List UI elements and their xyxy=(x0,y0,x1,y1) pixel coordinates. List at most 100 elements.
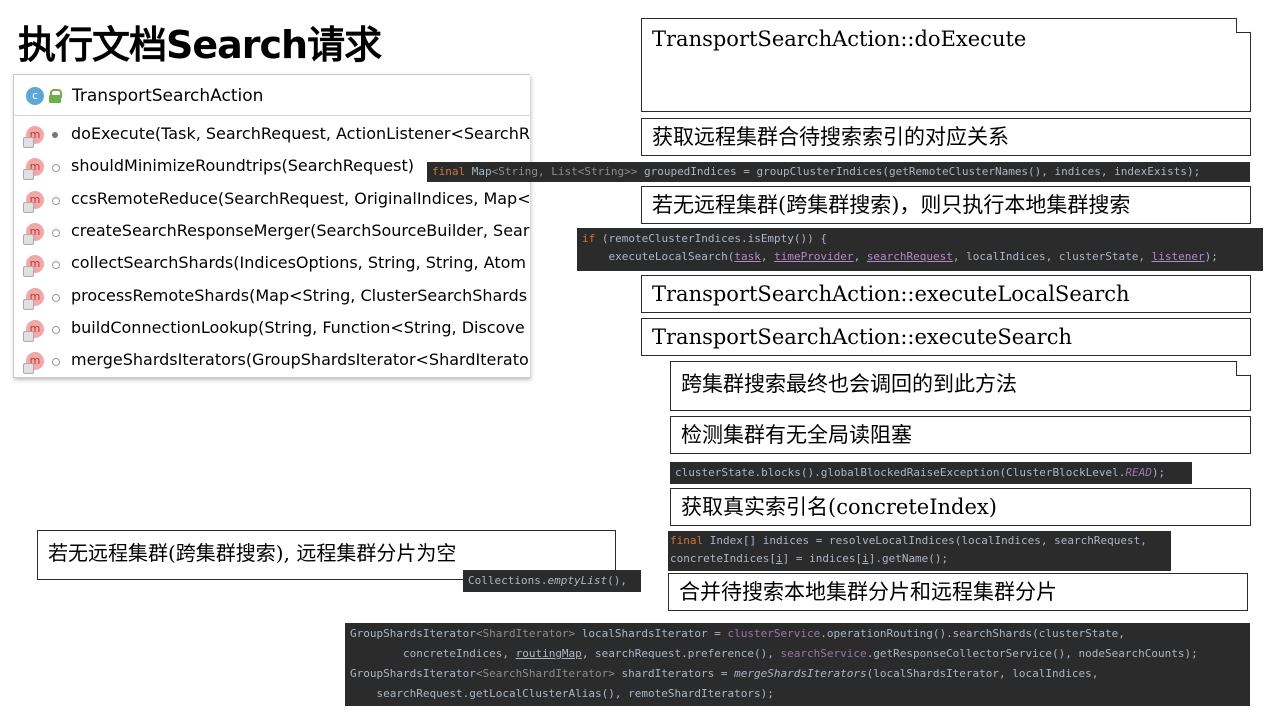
box-label: TransportSearchAction::doExecute xyxy=(652,27,1027,51)
private-icon xyxy=(52,164,60,172)
lock-icon-body xyxy=(49,95,61,103)
box-label: 跨集群搜索最终也会调回的到此方法 xyxy=(681,372,1017,396)
code-method: emptyList xyxy=(547,574,608,587)
code-cluster-block: clusterState.blocks().globalBlockedRaise… xyxy=(670,462,1192,484)
code-text: .operationRouting().searchShards(cluster… xyxy=(820,627,1125,640)
box-do-execute: TransportSearchAction::doExecute xyxy=(641,18,1251,112)
code-shard-iterators: GroupShardsIterator<ShardIterator> local… xyxy=(345,623,1250,706)
box-label: TransportSearchAction::executeLocalSearc… xyxy=(652,282,1130,306)
private-icon xyxy=(52,197,60,205)
page-title: 执行文档Search请求 xyxy=(18,23,382,67)
method-icon: m xyxy=(23,191,44,213)
box-label: 合并待搜索本地集群分片和远程集群分片 xyxy=(679,580,1057,604)
method-name: createSearchResponseMerger(SearchSourceB… xyxy=(71,221,530,240)
class-row[interactable]: c TransportSearchAction xyxy=(14,75,530,116)
code-keyword: final xyxy=(670,534,704,547)
box-get-remote: 获取远程集群合待搜索索引的对应关系 xyxy=(641,118,1251,156)
method-row[interactable]: m doExecute(Task, SearchRequest, ActionL… xyxy=(14,119,530,151)
code-arg: routingMap xyxy=(515,647,582,660)
code-text: localIndices, clusterState, xyxy=(966,250,1152,263)
private-icon xyxy=(52,261,60,269)
class-icon: c xyxy=(26,87,44,105)
code-local-if: if (remoteClusterIndices.isEmpty()) { ex… xyxy=(577,228,1263,271)
code-method: mergeShardsIterators xyxy=(734,667,867,680)
code-text: ); xyxy=(1204,250,1218,263)
method-name: doExecute(Task, SearchRequest, ActionLis… xyxy=(71,124,530,143)
method-icon: m xyxy=(23,158,44,180)
method-name: ccsRemoteReduce(SearchRequest, OriginalI… xyxy=(71,189,530,208)
code-index: i xyxy=(775,552,783,565)
code-text: concreteIndices[ xyxy=(670,552,776,565)
code-text: GroupShardsIterator xyxy=(350,627,476,640)
code-field: clusterService xyxy=(727,627,821,640)
code-arg: listener xyxy=(1151,250,1205,263)
box-no-remote-local: 若无远程集群(跨集群搜索)，则只执行本地集群搜索 xyxy=(641,186,1251,224)
code-keyword: final xyxy=(432,165,466,178)
code-type: Map xyxy=(471,165,492,178)
private-icon xyxy=(52,358,60,366)
box-execute-local-search: TransportSearchAction::executeLocalSearc… xyxy=(641,275,1251,313)
code-text: , searchRequest.preference(), xyxy=(581,647,781,660)
box-label: 获取真实索引名(concreteIndex) xyxy=(681,495,997,519)
private-icon xyxy=(52,326,60,334)
code-keyword: if xyxy=(582,232,596,245)
code-text: (remoteClusterIndices.isEmpty()) { xyxy=(595,232,828,245)
method-row[interactable]: m processRemoteShards(Map<String, Cluste… xyxy=(14,281,530,313)
method-icon: m xyxy=(23,223,44,245)
method-name: buildConnectionLookup(String, Function<S… xyxy=(71,318,525,337)
key-icon xyxy=(52,132,58,138)
method-name: shouldMinimizeRoundtrips(SearchRequest) xyxy=(71,156,414,175)
method-row[interactable]: m createSearchResponseMerger(SearchSourc… xyxy=(14,216,530,248)
code-text: (localShardsIterator, localIndices, xyxy=(866,667,1099,680)
code-text: .getResponseCollectorService(), nodeSear… xyxy=(866,647,1198,660)
code-text: Collections. xyxy=(468,574,548,587)
code-arg: task xyxy=(734,250,761,263)
method-name: mergeShardsIterators(GroupShardsIterator… xyxy=(71,350,529,369)
box-execute-search: TransportSearchAction::executeSearch xyxy=(641,318,1251,356)
code-arg: timeProvider xyxy=(774,250,854,263)
box-label: TransportSearchAction::executeSearch xyxy=(652,325,1072,349)
code-text: searchRequest.getLocalClusterAlias(), re… xyxy=(350,687,774,700)
code-text: concreteIndices, xyxy=(350,647,516,660)
box-label: 检测集群有无全局读阻塞 xyxy=(681,423,912,447)
method-name: processRemoteShards(Map<String, ClusterS… xyxy=(71,286,528,305)
box-label: 若无远程集群(跨集群搜索), 远程集群分片为空 xyxy=(48,541,457,565)
box-label: 若无远程集群(跨集群搜索)，则只执行本地集群搜索 xyxy=(652,193,1131,217)
code-constant: READ xyxy=(1125,466,1152,479)
method-row[interactable]: m mergeShardsIterators(GroupShardsIterat… xyxy=(14,345,530,377)
box-ccs-callback: 跨集群搜索最终也会调回的到此方法 xyxy=(670,361,1251,411)
method-row[interactable]: m ccsRemoteReduce(SearchRequest, Origina… xyxy=(14,184,530,216)
box-merge-shards: 合并待搜索本地集群分片和远程集群分片 xyxy=(668,573,1248,611)
method-icon: m xyxy=(23,320,44,342)
code-generic: <String, List<String>> xyxy=(491,165,638,178)
code-generic: <SearchShardIterator> xyxy=(475,667,615,680)
method-icon: m xyxy=(23,352,44,374)
method-row[interactable]: m buildConnectionLookup(String, Function… xyxy=(14,313,530,345)
private-icon xyxy=(52,229,60,237)
code-generic: <ShardIterator> xyxy=(475,627,576,640)
code-text: ].getName(); xyxy=(868,552,949,565)
code-text: ); xyxy=(1151,466,1166,479)
box-concrete-index: 获取真实索引名(concreteIndex) xyxy=(670,488,1251,526)
code-text: Index[] indices = resolveLocalIndices(lo… xyxy=(703,534,1147,547)
code-text: GroupShardsIterator xyxy=(350,667,476,680)
code-field: searchService xyxy=(780,647,867,660)
method-name: collectSearchShards(IndicesOptions, Stri… xyxy=(71,253,526,272)
code-arg: searchRequest xyxy=(866,250,953,263)
code-grouped-indices: final Map<String, List<String>> groupedI… xyxy=(427,162,1250,182)
code-text: ] = indices[ xyxy=(782,552,863,565)
code-empty-list: Collections.emptyList(), xyxy=(463,570,641,592)
box-check-block: 检测集群有无全局读阻塞 xyxy=(670,416,1251,454)
method-icon: m xyxy=(23,126,44,148)
box-label: 获取远程集群合待搜索索引的对应关系 xyxy=(652,125,1009,149)
code-text: clusterState.blocks().globalBlockedRaise… xyxy=(675,466,1126,479)
method-icon: m xyxy=(23,288,44,310)
structure-panel: c TransportSearchAction m doExecute(Task… xyxy=(13,74,530,378)
code-index: i xyxy=(862,552,869,565)
code-text: shardIterators = xyxy=(614,667,735,680)
code-text: executeLocalSearch( xyxy=(582,250,735,263)
code-text: (), xyxy=(607,574,627,587)
class-name: TransportSearchAction xyxy=(72,86,264,106)
method-row[interactable]: m collectSearchShards(IndicesOptions, St… xyxy=(14,248,530,280)
private-icon xyxy=(52,294,60,302)
